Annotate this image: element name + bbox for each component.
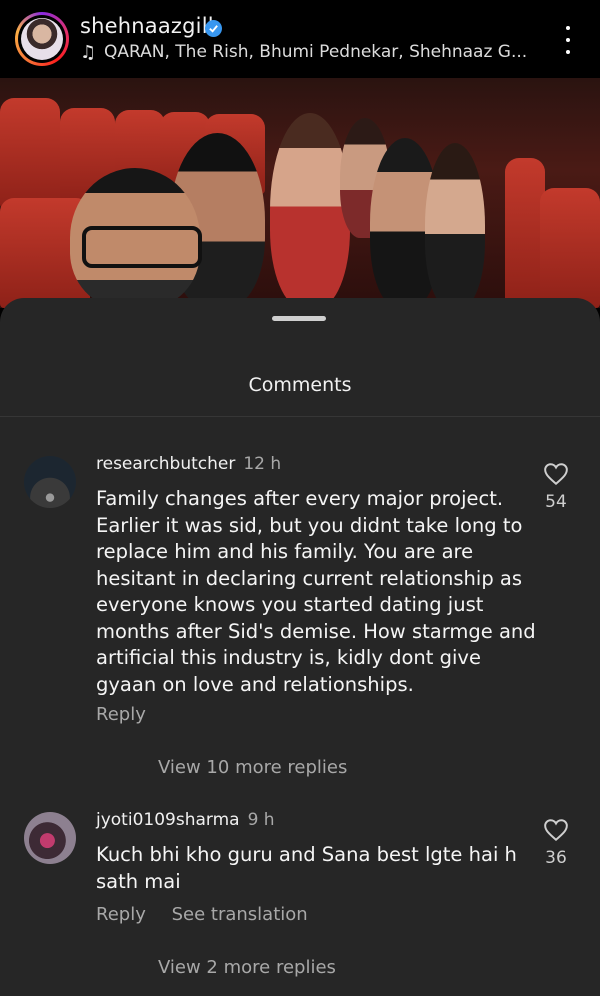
avatar-image: [21, 18, 63, 60]
comment-actions: Reply See translation: [96, 904, 328, 925]
comment-text: Kuch bhi kho guru and Sana best lgte hai…: [96, 843, 517, 893]
reply-button[interactable]: Reply: [96, 904, 146, 925]
heart-icon[interactable]: [543, 462, 569, 486]
username[interactable]: shehnaazgill: [80, 14, 214, 38]
comment-time: 12 h: [243, 454, 282, 474]
view-more-replies[interactable]: View 2 more replies: [158, 957, 336, 978]
comment-username[interactable]: researchbutcher 12 h: [96, 454, 281, 474]
audio-attribution[interactable]: QARAN, The Rish, Bhumi Pednekar, Shehnaa…: [104, 42, 527, 62]
comment-time: 9 h: [247, 810, 275, 830]
drag-handle[interactable]: [272, 316, 326, 321]
like-count: 36: [545, 848, 567, 868]
verified-badge-icon: [205, 20, 222, 37]
profile-avatar[interactable]: [15, 12, 69, 66]
music-note-icon: ♫: [80, 42, 97, 63]
divider: [0, 416, 600, 417]
see-translation-button[interactable]: See translation: [172, 904, 308, 925]
comment-avatar[interactable]: [24, 812, 76, 864]
view-more-replies[interactable]: View 10 more replies: [158, 757, 347, 778]
comment-username[interactable]: jyoti0109sharma 9 h: [96, 810, 275, 830]
comments-sheet: Comments researchbutcher 12 h Family chan…: [0, 298, 600, 996]
reply-button[interactable]: Reply: [96, 704, 146, 725]
heart-icon[interactable]: [543, 818, 569, 842]
comment-avatar[interactable]: [24, 456, 76, 508]
like-count: 54: [545, 492, 567, 512]
comment-text: Family changes after every major project…: [96, 487, 536, 696]
post-image: [0, 78, 600, 308]
post-header: shehnaazgill ♫ QARAN, The Rish, Bhumi Pe…: [0, 0, 600, 78]
comment-actions: Reply: [96, 704, 166, 725]
more-vertical-icon[interactable]: [560, 26, 576, 54]
sheet-title: Comments: [248, 374, 352, 396]
